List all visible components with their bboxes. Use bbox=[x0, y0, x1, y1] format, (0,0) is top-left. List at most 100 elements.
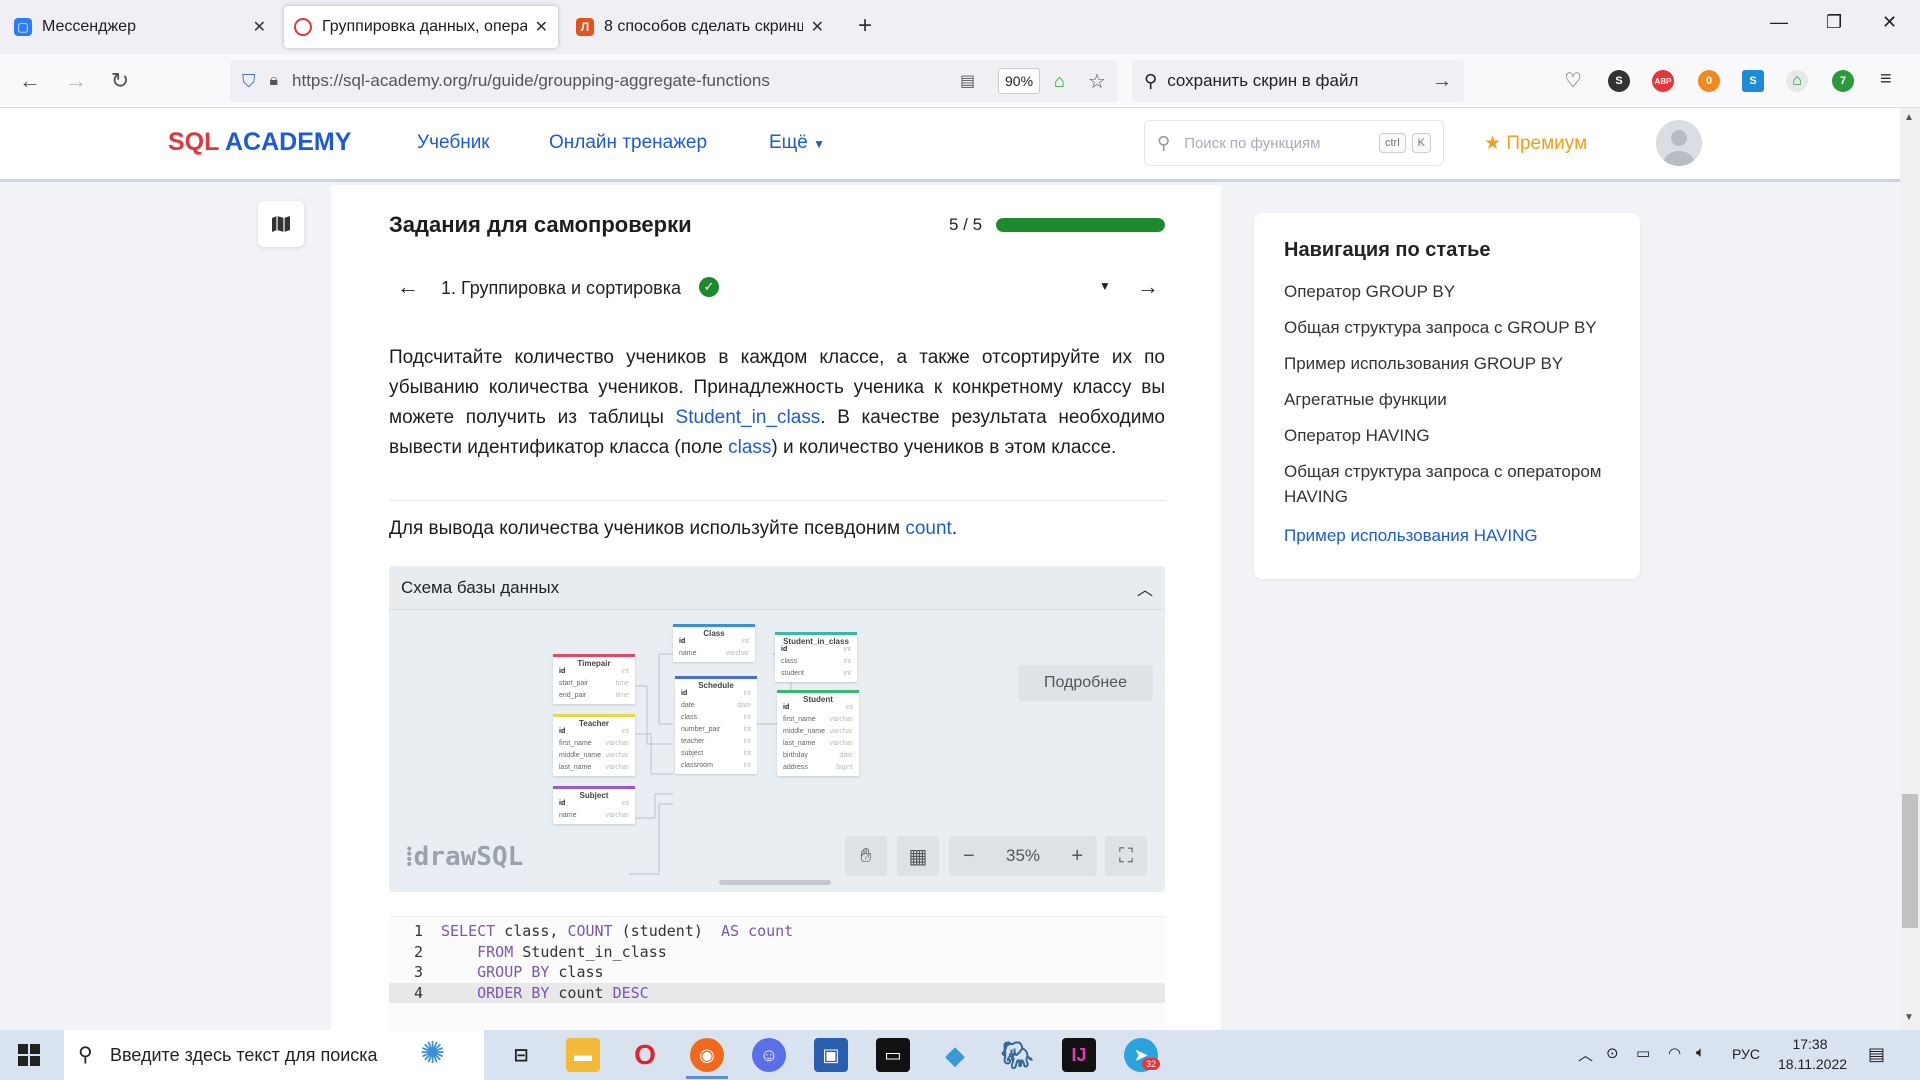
notifications-icon[interactable]: ▤ bbox=[1868, 1044, 1885, 1065]
table-link[interactable]: Student_in_class bbox=[676, 407, 821, 428]
article-nav-item[interactable]: Оператор GROUP BY bbox=[1284, 279, 1614, 304]
prev-task-icon[interactable]: ← bbox=[397, 274, 419, 300]
adblock-icon[interactable]: ABP bbox=[1652, 70, 1674, 92]
alias-link[interactable]: count bbox=[905, 518, 951, 539]
task-view-icon[interactable]: ⊟ bbox=[504, 1038, 538, 1072]
tab-lumpics[interactable]: Л 8 способов сделать скриншот ✕ bbox=[566, 6, 834, 48]
pocket-icon[interactable]: ♡ bbox=[1564, 68, 1582, 93]
search-query[interactable]: сохранить скрин в файл bbox=[1167, 71, 1358, 91]
article-nav-item[interactable]: Пример использования HAVING bbox=[1284, 523, 1614, 548]
code-line[interactable]: 2 FROM Student_in_class bbox=[389, 942, 1165, 962]
grid-icon[interactable]: ▦ bbox=[897, 836, 939, 876]
code-line[interactable]: 3 GROUP BY class bbox=[389, 962, 1165, 982]
scrollbar-thumb[interactable] bbox=[1902, 794, 1918, 928]
premium-link[interactable]: ★ Премиум bbox=[1484, 132, 1587, 155]
url-bar[interactable]: ⛉ 🔒︎ https://sql-academy.org/ru/guide/gr… bbox=[230, 60, 1118, 102]
close-icon[interactable]: ✕ bbox=[535, 17, 548, 37]
schema-header[interactable]: Схема базы данных ︿ bbox=[389, 566, 1165, 610]
schema-table-timepair[interactable]: Timepair id int start_pair time end_pair time bbox=[553, 654, 635, 704]
hand-tool-icon[interactable]: ✋︎ bbox=[845, 836, 887, 876]
article-nav-item[interactable]: Общая структура запроса с оператором HAV… bbox=[1284, 459, 1614, 509]
bookmark-star-icon[interactable]: ☆ bbox=[1088, 69, 1106, 94]
schema-panel: Схема базы данных ︿ Timepair id int start_p… bbox=[389, 566, 1165, 892]
reload-icon[interactable]: ↻ bbox=[106, 68, 134, 94]
restore-icon[interactable]: ❐ bbox=[1826, 12, 1842, 33]
schema-table-name: Student bbox=[777, 690, 859, 704]
battery-icon[interactable]: ▭ bbox=[1636, 1044, 1650, 1062]
search-bar[interactable]: ⚲ сохранить скрин в файл → bbox=[1132, 60, 1464, 102]
zoom-out-icon[interactable]: − bbox=[963, 845, 975, 868]
mysql-workbench-icon[interactable]: ◆ bbox=[938, 1038, 972, 1072]
schema-table-student[interactable]: Student id int first_name varchar middle_name… bbox=[777, 690, 859, 776]
sql-editor[interactable]: 1 SELECT class, COUNT (student) AS count 2… bbox=[389, 916, 1165, 1030]
save-app-icon[interactable]: ▣ bbox=[814, 1038, 848, 1072]
tab-sql-academy[interactable]: Группировка данных, операт ✕ bbox=[284, 6, 558, 48]
code-line[interactable]: 1 SELECT class, COUNT (student) AS count bbox=[389, 921, 1165, 941]
go-arrow-icon[interactable]: → bbox=[1432, 70, 1452, 93]
opera-icon[interactable]: O bbox=[628, 1038, 662, 1072]
clock[interactable]: 17:38 18.11.2022 bbox=[1778, 1036, 1847, 1072]
diagram-scrollbar[interactable] bbox=[719, 880, 831, 885]
tray-chevron-icon[interactable]: ︿ bbox=[1578, 1044, 1593, 1065]
nav-tutorial[interactable]: Учебник bbox=[417, 132, 490, 154]
new-tab-button[interactable]: + bbox=[858, 12, 872, 40]
reader-view-icon[interactable]: ▤ bbox=[960, 71, 975, 91]
schema-table-student-in-class[interactable]: Student_in_class id int class int student int bbox=[775, 632, 857, 682]
function-search[interactable]: ⚲ Поиск по функциям ctrl K bbox=[1144, 120, 1444, 166]
close-window-icon[interactable]: ✕ bbox=[1882, 12, 1897, 33]
article-nav-item[interactable]: Оператор HAVING bbox=[1284, 423, 1614, 448]
nav-more[interactable]: Ещё ▼ bbox=[769, 132, 825, 154]
back-icon[interactable]: ← bbox=[16, 68, 44, 94]
schema-table-class[interactable]: Class id int name varchar bbox=[673, 624, 755, 662]
s-extension-icon[interactable]: S bbox=[1608, 70, 1630, 92]
download-extension-icon[interactable]: 7 bbox=[1832, 70, 1854, 92]
article-nav-item[interactable]: Агрегатные функции bbox=[1284, 387, 1614, 412]
close-icon[interactable]: ✕ bbox=[811, 17, 824, 37]
more-button[interactable]: Подробнее bbox=[1018, 665, 1153, 701]
home-extension-icon[interactable]: ⌂ bbox=[1786, 70, 1808, 92]
scroll-down-icon[interactable]: ▼ bbox=[1904, 1012, 1914, 1023]
url-text[interactable]: https://sql-academy.org/ru/guide/grouppi… bbox=[292, 71, 770, 91]
close-icon[interactable]: ✕ bbox=[253, 17, 266, 37]
skype-icon[interactable]: S bbox=[1742, 70, 1764, 92]
postgresql-icon[interactable]: 🐘︎ bbox=[1000, 1038, 1034, 1072]
intellij-icon[interactable]: IJ bbox=[1062, 1038, 1096, 1072]
nav-trainer[interactable]: Онлайн тренажер bbox=[549, 132, 707, 154]
tab-messenger[interactable]: ▢ Мессенджер ✕ bbox=[4, 6, 276, 48]
site-header: SQL ACADEMY Учебник Онлайн тренажер Ещё … bbox=[0, 108, 1900, 182]
scroll-up-icon[interactable]: ▲ bbox=[1904, 112, 1914, 123]
avatar[interactable] bbox=[1656, 120, 1702, 166]
schema-table-teacher[interactable]: Teacher id int first_name varchar middle_name… bbox=[553, 714, 635, 776]
article-nav-item[interactable]: Пример использования GROUP BY bbox=[1284, 351, 1614, 376]
home-icon[interactable]: ⌂ bbox=[1054, 71, 1065, 92]
dropdown-icon[interactable]: ▼ bbox=[1099, 279, 1111, 293]
file-explorer-icon[interactable]: ▬ bbox=[566, 1038, 600, 1072]
article-nav-item[interactable]: Общая структура запроса с GROUP BY bbox=[1284, 315, 1614, 340]
field-link[interactable]: class bbox=[728, 437, 771, 458]
zoom-in-icon[interactable]: + bbox=[1071, 845, 1083, 868]
firefox-icon[interactable]: ◉ bbox=[690, 1038, 724, 1072]
schema-table-subject[interactable]: Subject id int name varchar bbox=[553, 786, 635, 824]
chevron-up-icon[interactable]: ︿ bbox=[1137, 576, 1153, 600]
site-logo[interactable]: SQL ACADEMY bbox=[168, 128, 351, 157]
task-title[interactable]: 1. Группировка и сортировка bbox=[441, 278, 681, 299]
fullscreen-icon[interactable]: ⛶ bbox=[1105, 836, 1147, 876]
schema-table-schedule[interactable]: Schedule id int date date class int number_pair… bbox=[675, 676, 757, 774]
windows-start-icon[interactable] bbox=[18, 1044, 40, 1071]
forward-icon[interactable]: → bbox=[62, 68, 90, 94]
wifi-icon[interactable]: ◠ bbox=[1668, 1044, 1681, 1062]
code-line[interactable]: 4 ORDER BY count DESC bbox=[389, 982, 1165, 1003]
minimize-icon[interactable]: — bbox=[1770, 12, 1788, 33]
taskbar-search[interactable]: ⚲ Введите здесь текст для поиска ✺ bbox=[64, 1030, 484, 1080]
volume-icon[interactable]: 🔈︎ bbox=[1696, 1044, 1705, 1061]
discord-icon[interactable]: ☺ bbox=[752, 1038, 786, 1072]
language-indicator[interactable]: РУС bbox=[1732, 1046, 1760, 1062]
menu-icon[interactable]: ≡ bbox=[1880, 68, 1892, 91]
network-icon[interactable]: ⊙ bbox=[1606, 1044, 1619, 1062]
next-task-icon[interactable]: → bbox=[1137, 274, 1159, 300]
extension-badge-icon[interactable]: 0 bbox=[1698, 70, 1720, 92]
map-icon[interactable] bbox=[258, 201, 304, 247]
terminal-icon[interactable]: ▭ bbox=[876, 1038, 910, 1072]
schema-diagram[interactable]: Timepair id int start_pair time end_pair time T… bbox=[389, 610, 1165, 892]
zoom-level[interactable]: 90% bbox=[998, 68, 1041, 94]
